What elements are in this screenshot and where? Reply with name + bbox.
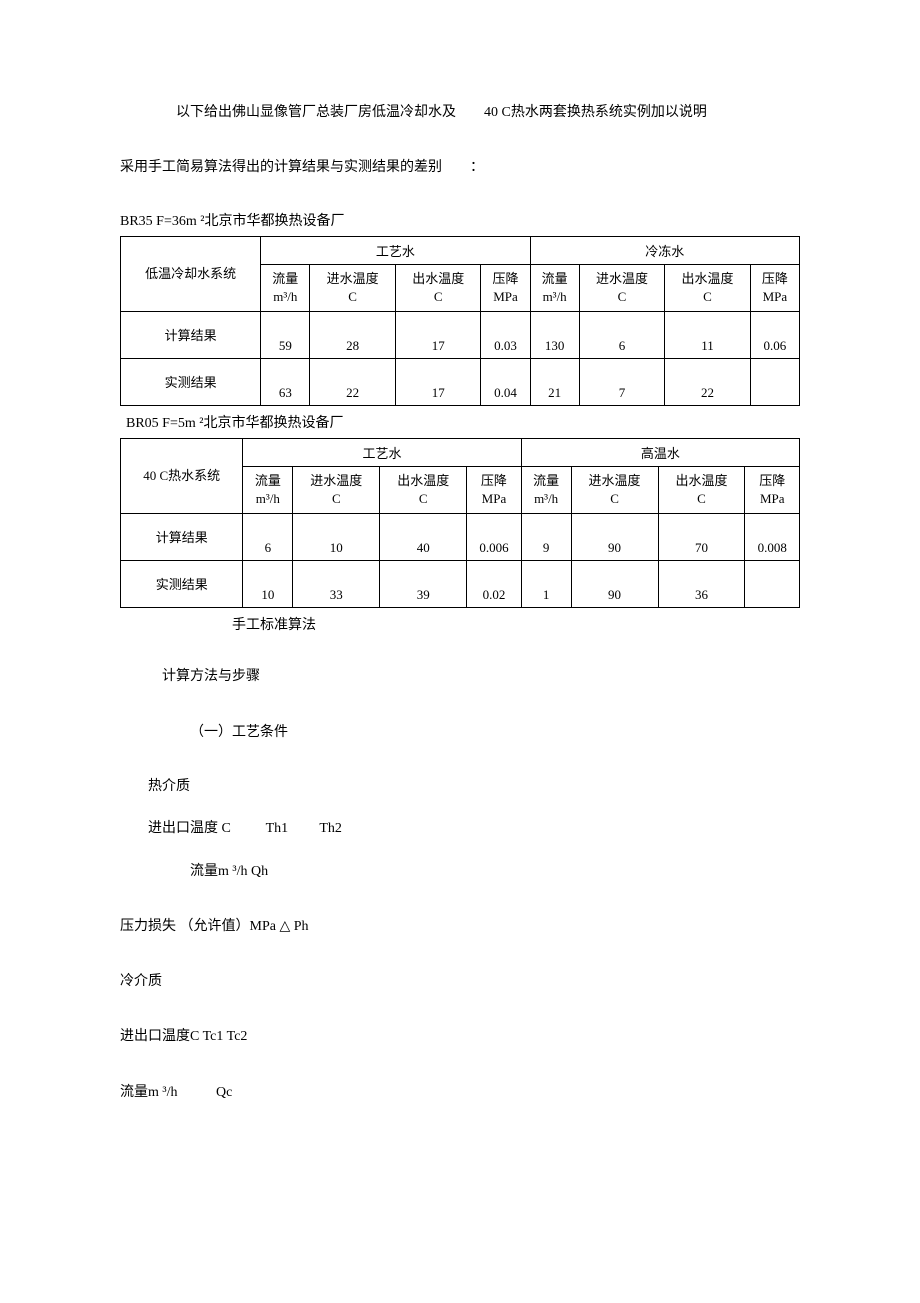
col-flow-2: 流量m³/h: [530, 265, 579, 312]
table2-row-header: 40 C热水系统: [121, 439, 243, 514]
table1-cell: 21: [530, 359, 579, 406]
table1-cell: 17: [395, 312, 481, 359]
table1-caption: BR35 F=36m ²北京市华都换热设备厂: [120, 210, 800, 230]
table1-cell: [750, 359, 799, 406]
hot-dp-line: 压力损失 （允许值）MPa △ Ph: [120, 914, 800, 939]
intro-paragraph-1: 以下给出佛山显像管厂总装厂房低温冷却水及 40 C热水两套换热系统实例加以说明: [120, 100, 800, 125]
intro-text-1b: 40 C热水两套换热系统实例加以说明: [484, 105, 707, 120]
table1-cell: 63: [261, 359, 310, 406]
col-tout: 出水温度C: [395, 265, 481, 312]
table1-cell: 0.03: [481, 312, 530, 359]
cold-medium-label: 冷介质: [120, 969, 800, 994]
table2-cell: 90: [571, 514, 658, 561]
table1-row-header: 低温冷却水系统: [121, 237, 261, 312]
table2-cell: 1: [521, 561, 571, 608]
table2-cell: 39: [380, 561, 467, 608]
table1-cell: 6: [579, 312, 665, 359]
col-tout-2: 出水温度C: [665, 265, 751, 312]
col-tin-2: 进水温度C: [579, 265, 665, 312]
steps-title: 计算方法与步骤: [120, 664, 800, 689]
intro-paragraph-2: 采用手工简易算法得出的计算结果与实测结果的差别 ：: [120, 155, 800, 180]
method-title: 手工标准算法: [120, 614, 800, 634]
table1-group2: 冷冻水: [530, 237, 799, 265]
intro-text-2: 采用手工简易算法得出的计算结果与实测结果的差别: [120, 160, 442, 175]
col-flow: 流量m³/h: [261, 265, 310, 312]
table-low-temp-cooling: 低温冷却水系统 工艺水 冷冻水 流量m³/h 进水温度C 出水温度C 压降MPa…: [120, 236, 800, 406]
table2-cell: 10: [293, 514, 380, 561]
table1-cell: 17: [395, 359, 481, 406]
table2-cell: 40: [380, 514, 467, 561]
col-dp: 压降MPa: [467, 467, 522, 514]
cold-temp-line: 进出口温度C Tc1 Tc2: [120, 1024, 800, 1049]
document-page: 以下给出佛山显像管厂总装厂房低温冷却水及 40 C热水两套换热系统实例加以说明 …: [0, 0, 920, 1175]
table1-cell: 7: [579, 359, 665, 406]
table2-cell: 33: [293, 561, 380, 608]
table2-cell: [745, 561, 800, 608]
table1-cell: 22: [310, 359, 396, 406]
table2-cell: 9: [521, 514, 571, 561]
table2-cell: 70: [658, 514, 745, 561]
table2-group2: 高温水: [521, 439, 799, 467]
table2-cell: 6: [243, 514, 293, 561]
table2-cell: 0.02: [467, 561, 522, 608]
table2-caption: BR05 F=5m ²北京市华都换热设备厂: [126, 412, 800, 432]
table2-cell: 10: [243, 561, 293, 608]
table1-group1: 工艺水: [261, 237, 530, 265]
col-tin-2: 进水温度C: [571, 467, 658, 514]
table2-row1-label: 计算结果: [121, 514, 243, 561]
table1-cell: 0.06: [750, 312, 799, 359]
table1-cell: 11: [665, 312, 751, 359]
hot-flow-line: 流量m ³/h Qh: [120, 859, 800, 884]
col-tout: 出水温度C: [380, 467, 467, 514]
subsection-1: （一）工艺条件: [120, 720, 800, 745]
table2-row2-label: 实测结果: [121, 561, 243, 608]
col-tout-2: 出水温度C: [658, 467, 745, 514]
table2-cell: 90: [571, 561, 658, 608]
col-flow-2: 流量m³/h: [521, 467, 571, 514]
hot-medium-label: 热介质: [120, 775, 800, 795]
table1-cell: 0.04: [481, 359, 530, 406]
table-40c-hot-water: 40 C热水系统 工艺水 高温水 流量m³/h 进水温度C 出水温度C 压降MP…: [120, 438, 800, 608]
col-flow: 流量m³/h: [243, 467, 293, 514]
table1-row1-label: 计算结果: [121, 312, 261, 359]
table1-row2-label: 实测结果: [121, 359, 261, 406]
table2-cell: 0.006: [467, 514, 522, 561]
col-tin: 进水温度C: [293, 467, 380, 514]
intro-punct: ：: [470, 160, 484, 175]
cold-flow-line: 流量m ³/h Qc: [120, 1080, 800, 1105]
col-tin: 进水温度C: [310, 265, 396, 312]
col-dp: 压降MPa: [481, 265, 530, 312]
col-dp-2: 压降MPa: [745, 467, 800, 514]
table1-cell: 28: [310, 312, 396, 359]
hot-temp-line: 进出口温度 C Th1 Th2: [120, 817, 800, 837]
col-dp-2: 压降MPa: [750, 265, 799, 312]
intro-text-1a: 以下给出佛山显像管厂总装厂房低温冷却水及: [176, 105, 456, 120]
table2-cell: 0.008: [745, 514, 800, 561]
table1-cell: 130: [530, 312, 579, 359]
table2-cell: 36: [658, 561, 745, 608]
table1-cell: 22: [665, 359, 751, 406]
table2-group1: 工艺水: [243, 439, 521, 467]
table1-cell: 59: [261, 312, 310, 359]
